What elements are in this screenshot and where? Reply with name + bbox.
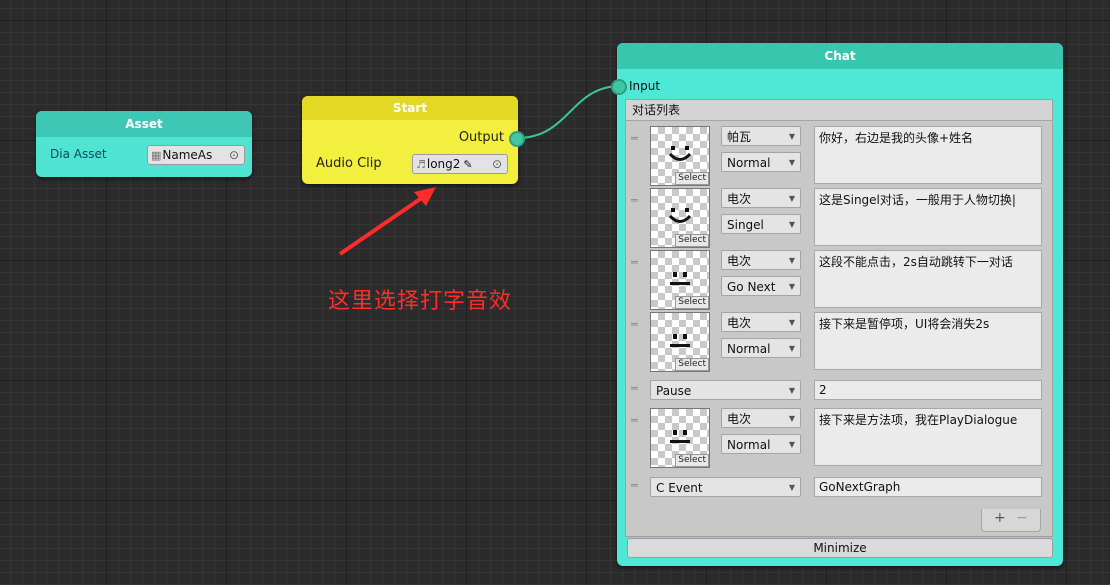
speaker-dropdown[interactable]: 电次 ▼ bbox=[721, 188, 801, 208]
input-label: Input bbox=[629, 79, 661, 93]
dia-asset-row: Dia Asset ▦NameAs ⊙ bbox=[50, 145, 245, 165]
avatar-select-button[interactable]: Select bbox=[675, 358, 709, 371]
dialogue-list: 对话列表 ═ Select 帕瓦 ▼ Normal ▼ 你好，右边是我的头像+姓名 … bbox=[625, 99, 1053, 537]
object-picker-icon[interactable]: ⊙ bbox=[226, 146, 242, 164]
list-item: ═ Select 电次 ▼ Go Next ▼ 这段不能点击，2s自动跳转下一对话 bbox=[626, 250, 1052, 310]
list-item: ═ Select 电次 ▼ Normal ▼ 接下来是方法项，我在PlayDialo… bbox=[626, 408, 1052, 468]
avatar[interactable]: Select bbox=[650, 250, 710, 310]
avatar[interactable]: Select bbox=[650, 408, 710, 468]
pencil-icon: ✎ bbox=[463, 158, 473, 171]
object-picker-icon[interactable]: ⊙ bbox=[489, 155, 505, 173]
dialogue-text-field[interactable]: 接下来是方法项，我在PlayDialogue bbox=[814, 408, 1042, 466]
audio-clip-value: long2 bbox=[426, 157, 461, 171]
avatar-select-button[interactable]: Select bbox=[675, 172, 709, 185]
avatar[interactable]: Select bbox=[650, 188, 710, 248]
chat-node-title[interactable]: Chat bbox=[617, 43, 1063, 69]
dropdown-arrow-icon: ▼ bbox=[788, 220, 795, 229]
mode-dropdown[interactable]: Go Next ▼ bbox=[721, 276, 801, 296]
dropdown-arrow-icon: ▼ bbox=[788, 256, 795, 265]
output-port[interactable] bbox=[509, 131, 525, 147]
dialogue-list-title: 对话列表 bbox=[626, 100, 1052, 121]
remove-item-button[interactable]: − bbox=[1016, 510, 1028, 526]
input-port[interactable] bbox=[611, 79, 627, 95]
avatar-select-button[interactable]: Select bbox=[675, 234, 709, 247]
dia-asset-label: Dia Asset bbox=[50, 147, 107, 161]
dropdown-arrow-icon: ▼ bbox=[788, 344, 795, 353]
drag-handle-icon[interactable]: ═ bbox=[631, 414, 638, 427]
dia-asset-value: NameAs bbox=[162, 148, 213, 162]
output-label: Output bbox=[458, 130, 504, 145]
audio-clip-field[interactable]: ♬long2 ✎ ⊙ bbox=[412, 154, 508, 174]
mode-dropdown[interactable]: Normal ▼ bbox=[721, 338, 801, 358]
add-item-button[interactable]: + bbox=[994, 510, 1006, 526]
asset-file-icon: ▦ bbox=[151, 149, 162, 162]
list-item: ═ Pause ▼ 2 bbox=[626, 380, 1052, 402]
dialogue-text-field[interactable]: 接下来是暂停项，UI将会消失2s bbox=[814, 312, 1042, 370]
dropdown-arrow-icon: ▼ bbox=[788, 194, 795, 203]
pause-value-field[interactable]: 2 bbox=[814, 380, 1042, 400]
smile-face-icon bbox=[668, 146, 692, 161]
mode-dropdown[interactable]: Singel ▼ bbox=[721, 214, 801, 234]
dropdown-arrow-icon: ▼ bbox=[788, 282, 795, 291]
annotation-arrow bbox=[338, 187, 436, 256]
item-type-dropdown[interactable]: Pause ▼ bbox=[650, 380, 801, 400]
drag-handle-icon[interactable]: ═ bbox=[631, 132, 638, 145]
chat-node[interactable]: Chat Input 对话列表 ═ Select 帕瓦 ▼ Normal ▼ 你好，… bbox=[611, 43, 1063, 566]
dialogue-text-field[interactable]: 这是Singel对话，一般用于人物切换| bbox=[814, 188, 1042, 246]
smile-face-icon bbox=[668, 208, 692, 223]
drag-handle-icon[interactable]: ═ bbox=[631, 382, 638, 395]
mode-dropdown[interactable]: Normal ▼ bbox=[721, 152, 801, 172]
list-item: ═ Select 电次 ▼ Singel ▼ 这是Singel对话，一般用于人物切换… bbox=[626, 188, 1052, 248]
mode-dropdown[interactable]: Normal ▼ bbox=[721, 434, 801, 454]
dropdown-arrow-icon: ▼ bbox=[788, 132, 795, 141]
drag-handle-icon[interactable]: ═ bbox=[631, 318, 638, 331]
drag-handle-icon[interactable]: ═ bbox=[631, 479, 638, 492]
dropdown-arrow-icon: ▼ bbox=[788, 158, 795, 167]
annotation-text: 这里选择打字音效 bbox=[328, 289, 513, 314]
minimize-button[interactable]: Minimize bbox=[627, 538, 1053, 558]
asset-node-title[interactable]: Asset bbox=[36, 111, 252, 137]
dia-asset-field[interactable]: ▦NameAs ⊙ bbox=[147, 145, 245, 165]
list-item: ═ Select 帕瓦 ▼ Normal ▼ 你好，右边是我的头像+姓名 bbox=[626, 126, 1052, 186]
connection-curve bbox=[516, 85, 622, 139]
avatar-select-button[interactable]: Select bbox=[675, 454, 709, 467]
asset-node[interactable]: Asset Dia Asset ▦NameAs ⊙ bbox=[36, 111, 252, 177]
speaker-dropdown[interactable]: 电次 ▼ bbox=[721, 408, 801, 428]
dropdown-arrow-icon: ▼ bbox=[788, 386, 795, 395]
avatar[interactable]: Select bbox=[650, 126, 710, 186]
dropdown-arrow-icon: ▼ bbox=[788, 318, 795, 327]
neutral-face-icon bbox=[670, 334, 690, 347]
list-add-remove: + − bbox=[981, 509, 1041, 532]
neutral-face-icon bbox=[670, 430, 690, 443]
speaker-dropdown[interactable]: 电次 ▼ bbox=[721, 250, 801, 270]
list-item: ═ Select 电次 ▼ Normal ▼ 接下来是暂停项，UI将会消失2s bbox=[626, 312, 1052, 372]
dropdown-arrow-icon: ▼ bbox=[788, 483, 795, 492]
dialogue-text-field[interactable]: 这段不能点击，2s自动跳转下一对话 bbox=[814, 250, 1042, 308]
start-node-title[interactable]: Start bbox=[302, 96, 518, 120]
speaker-dropdown[interactable]: 电次 ▼ bbox=[721, 312, 801, 332]
dropdown-arrow-icon: ▼ bbox=[788, 440, 795, 449]
item-type-dropdown[interactable]: C Event ▼ bbox=[650, 477, 801, 497]
drag-handle-icon[interactable]: ═ bbox=[631, 256, 638, 269]
avatar[interactable]: Select bbox=[650, 312, 710, 372]
speaker-dropdown[interactable]: 帕瓦 ▼ bbox=[721, 126, 801, 146]
start-node[interactable]: Start Output Audio Clip ♬long2 ✎ ⊙ bbox=[302, 96, 525, 184]
list-item: ═ C Event ▼ GoNextGraph bbox=[626, 477, 1052, 499]
audio-clip-label: Audio Clip bbox=[316, 156, 382, 171]
neutral-face-icon bbox=[670, 272, 690, 285]
audio-clip-icon: ♬ bbox=[416, 158, 426, 171]
dialogue-text-field[interactable]: 你好，右边是我的头像+姓名 bbox=[814, 126, 1042, 184]
avatar-select-button[interactable]: Select bbox=[675, 296, 709, 309]
dropdown-arrow-icon: ▼ bbox=[788, 414, 795, 423]
drag-handle-icon[interactable]: ═ bbox=[631, 194, 638, 207]
event-value-field[interactable]: GoNextGraph bbox=[814, 477, 1042, 497]
